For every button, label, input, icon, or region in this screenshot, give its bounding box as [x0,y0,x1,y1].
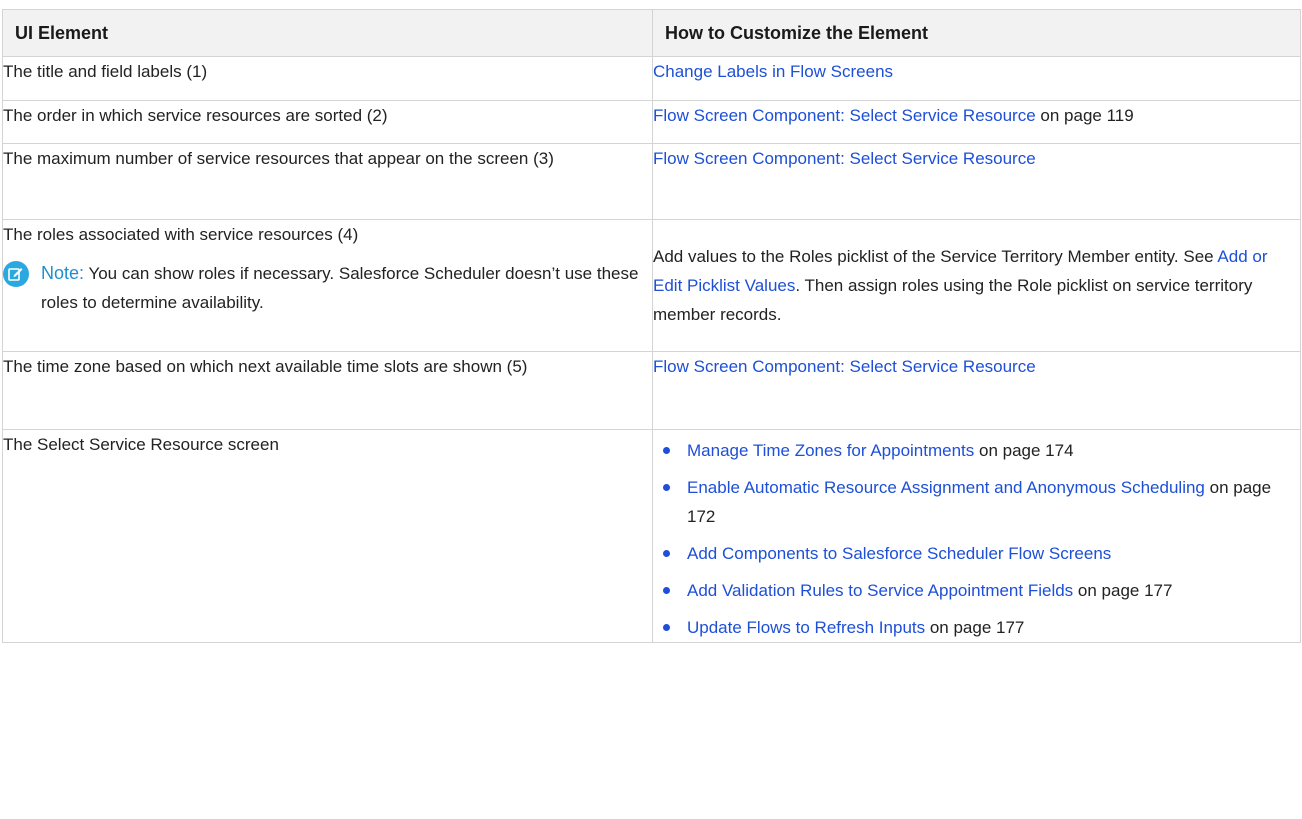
ui-element-cell: The Select Service Resource screen [2,429,653,643]
link-suffix: on page 119 [1035,106,1134,125]
table-header-row: UI Element How to Customize the Element [2,9,1301,57]
link-suffix: on page 174 [974,441,1074,460]
ui-element-text: The roles associated with service resour… [3,225,359,244]
how-text-before: Add values to the Roles picklist of the … [653,247,1218,266]
link-update-flows[interactable]: Update Flows to Refresh Inputs [687,618,925,637]
how-to-cell: Change Labels in Flow Screens [652,56,1301,101]
link-suffix: on page 177 [1073,581,1173,600]
how-to-cell: Flow Screen Component: Select Service Re… [652,351,1301,430]
table-row: The order in which service resources are… [2,100,1301,144]
table-row: The Select Service Resource screen Manag… [2,429,1301,643]
bullet-icon [663,447,670,454]
related-links-list: Manage Time Zones for Appointments on pa… [653,436,1300,642]
note-callout: Note: You can show roles if necessary. S… [3,259,652,317]
note-edit-icon [3,261,29,287]
how-to-cell: Flow Screen Component: Select Service Re… [652,143,1301,220]
note-label: Note: [41,263,85,283]
link-flow-screen-component[interactable]: Flow Screen Component: Select Service Re… [653,357,1036,376]
header-ui-element: UI Element [2,9,653,57]
link-manage-time-zones[interactable]: Manage Time Zones for Appointments [687,441,974,460]
link-change-labels[interactable]: Change Labels in Flow Screens [653,62,893,81]
link-suffix: on page 177 [925,618,1025,637]
table-row: The time zone based on which next availa… [2,351,1301,430]
how-to-cell: Flow Screen Component: Select Service Re… [652,100,1301,144]
link-flow-screen-component[interactable]: Flow Screen Component: Select Service Re… [653,106,1036,125]
list-item: Manage Time Zones for Appointments on pa… [653,436,1300,465]
customization-table: UI Element How to Customize the Element … [2,9,1301,643]
ui-element-cell: The title and field labels (1) [2,56,653,101]
link-flow-screen-component[interactable]: Flow Screen Component: Select Service Re… [653,149,1036,168]
bullet-icon [663,624,670,631]
note-body: Note: You can show roles if necessary. S… [41,259,652,317]
ui-element-cell: The roles associated with service resour… [2,219,653,352]
list-item: Update Flows to Refresh Inputs on page 1… [653,613,1300,642]
table-row: The roles associated with service resour… [2,219,1301,352]
list-item: Enable Automatic Resource Assignment and… [653,473,1300,531]
ui-element-cell: The maximum number of service resources … [2,143,653,220]
table-row: The maximum number of service resources … [2,143,1301,220]
ui-element-cell: The order in which service resources are… [2,100,653,144]
bullet-icon [663,484,670,491]
link-enable-automatic-resource-assignment[interactable]: Enable Automatic Resource Assignment and… [687,478,1205,497]
how-to-cell: Add values to the Roles picklist of the … [652,219,1301,352]
list-item: Add Validation Rules to Service Appointm… [653,576,1300,605]
link-add-components[interactable]: Add Components to Salesforce Scheduler F… [687,544,1111,563]
list-item: Add Components to Salesforce Scheduler F… [653,539,1300,568]
header-how-to-customize: How to Customize the Element [652,9,1301,57]
bullet-icon [663,550,670,557]
ui-element-cell: The time zone based on which next availa… [2,351,653,430]
note-text: You can show roles if necessary. Salesfo… [41,264,639,312]
table-row: The title and field labels (1) Change La… [2,56,1301,101]
link-add-validation-rules[interactable]: Add Validation Rules to Service Appointm… [687,581,1073,600]
bullet-icon [663,587,670,594]
how-to-cell: Manage Time Zones for Appointments on pa… [652,429,1301,643]
